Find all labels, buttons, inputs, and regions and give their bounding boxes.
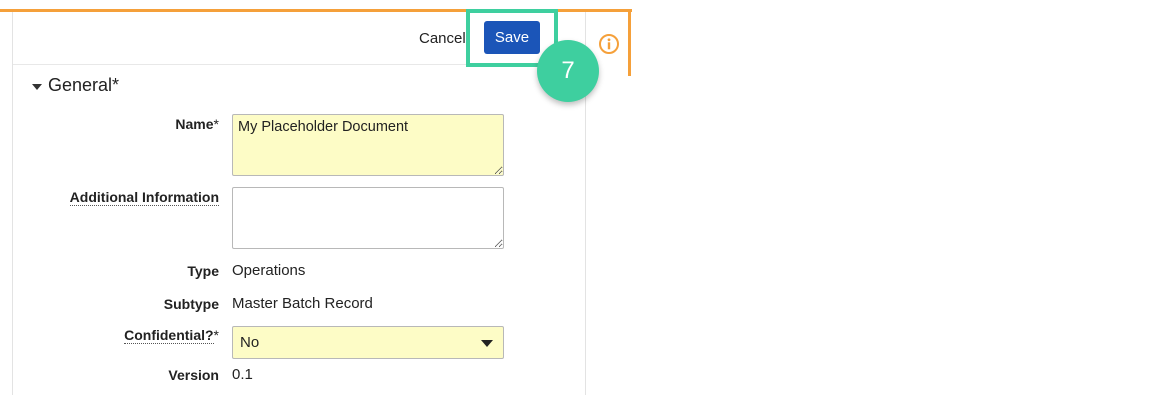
required-mark: * bbox=[213, 327, 219, 343]
version-value: 0.1 bbox=[232, 366, 253, 383]
name-label-text: Name bbox=[175, 116, 214, 132]
confidential-select[interactable]: No bbox=[232, 326, 504, 359]
additional-info-label: Additional Information bbox=[0, 189, 219, 206]
confidential-label-text: Confidential? bbox=[124, 327, 214, 344]
caret-down-icon bbox=[32, 83, 42, 90]
confidential-selected-value: No bbox=[240, 334, 260, 351]
name-field[interactable]: My Placeholder Document bbox=[232, 114, 504, 176]
additional-info-field[interactable] bbox=[232, 187, 504, 249]
confidential-label: Confidential?* bbox=[0, 327, 219, 344]
cancel-button[interactable]: Cancel bbox=[419, 30, 466, 48]
section-title: General* bbox=[48, 75, 120, 95]
section-general-header[interactable]: General* bbox=[32, 75, 119, 96]
chevron-down-icon bbox=[481, 340, 493, 347]
type-label: Type bbox=[187, 263, 219, 279]
info-icon[interactable] bbox=[598, 33, 620, 55]
subtype-label: Subtype bbox=[163, 296, 219, 312]
type-value: Operations bbox=[232, 262, 306, 279]
required-mark: * bbox=[213, 116, 219, 132]
version-label: Version bbox=[168, 367, 219, 383]
orange-frame-right bbox=[628, 9, 631, 76]
additional-info-label-text: Additional Information bbox=[69, 189, 219, 206]
subtype-value: Master Batch Record bbox=[232, 295, 373, 312]
name-label: Name* bbox=[0, 116, 219, 133]
tutorial-step-badge: 7 bbox=[537, 40, 599, 102]
